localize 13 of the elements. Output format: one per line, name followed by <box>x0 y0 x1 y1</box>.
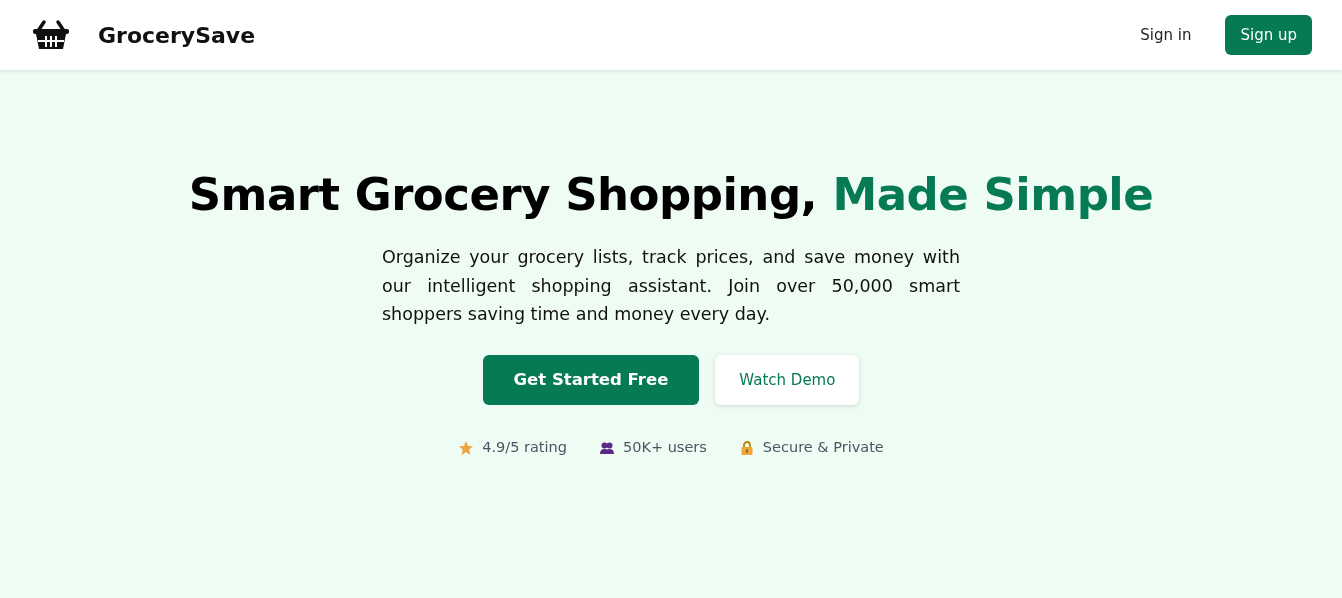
users-icon <box>598 440 615 457</box>
feature-label: 4.9/5 rating <box>482 438 567 458</box>
basket-icon <box>32 19 70 51</box>
watch-demo-button[interactable]: Watch Demo <box>715 354 860 406</box>
sign-up-button[interactable]: Sign up <box>1225 14 1312 56</box>
sign-in-link[interactable]: Sign in <box>1140 23 1192 47</box>
feature-label: 50K+ users <box>622 438 707 458</box>
feature-label: Secure & Private <box>762 438 884 458</box>
headline: Smart Grocery Shopping, Made Simple <box>187 168 1155 222</box>
brand-name[interactable]: GrocerySave <box>98 18 256 52</box>
star-icon <box>458 440 475 457</box>
hero-description: Organize your grocery lists, track prices, and save money with our intelligent shopping assistant. Join over 50,000 smart shoppers saving time and money every day. <box>382 246 960 326</box>
get-started-button[interactable]: Get Started Free <box>482 354 700 406</box>
